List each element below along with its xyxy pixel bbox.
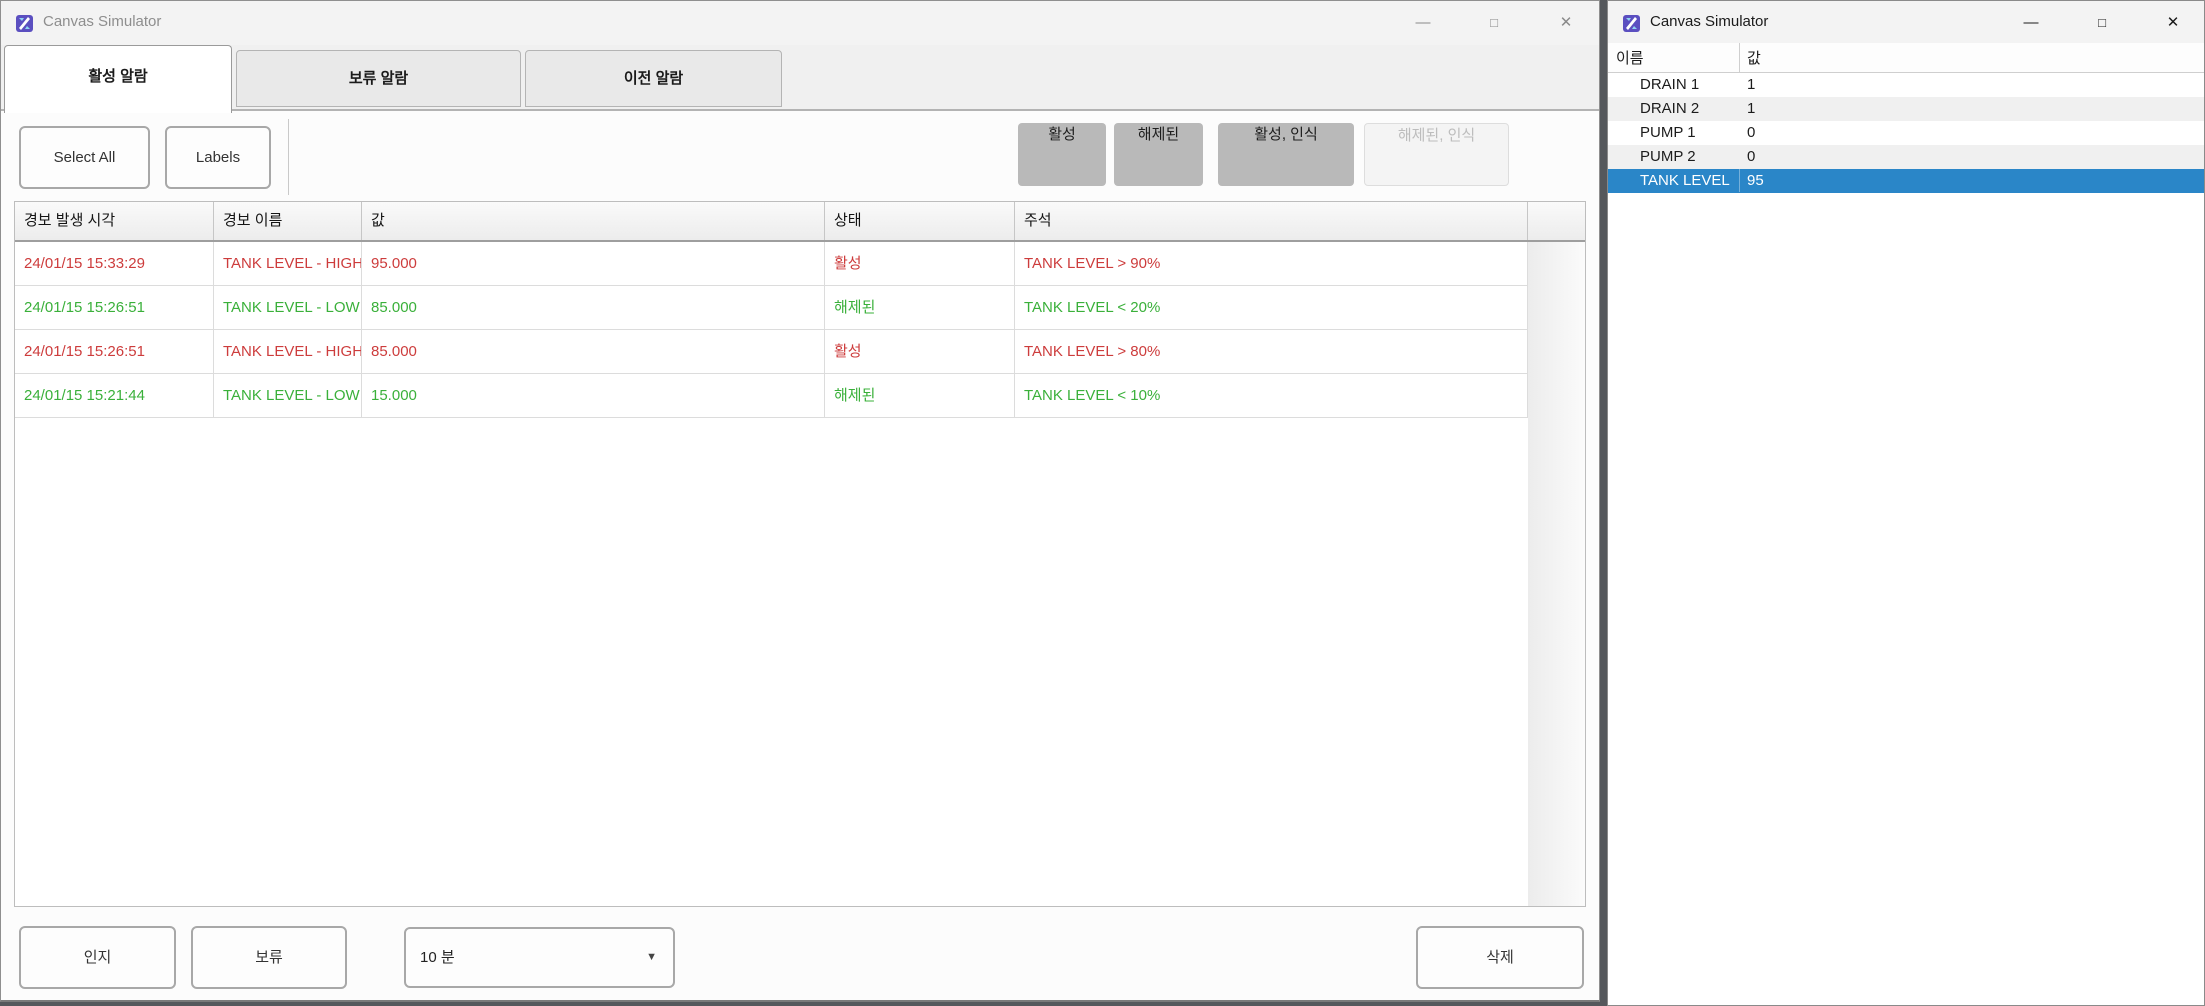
- filter-cleared-acked-button: 해제된, 인식: [1364, 123, 1509, 186]
- alarm-window: Canvas Simulator — □ ✕ 활성 알람 보류 알람 이전 알람…: [0, 0, 1600, 1002]
- duration-value: 10 분: [420, 949, 455, 966]
- filter-active-acked-button[interactable]: 활성, 인식: [1218, 123, 1354, 186]
- alarm-time: 24/01/15 15:26:51: [15, 286, 214, 329]
- alarm-state: 활성: [825, 242, 1015, 285]
- alarm-name: TANK LEVEL - LOW LOW: [214, 374, 362, 417]
- column-header-name[interactable]: 경보 이름: [214, 202, 362, 240]
- table-row[interactable]: 24/01/15 15:33:29 TANK LEVEL - HIGH HIGH…: [15, 242, 1529, 286]
- alarm-state: 활성: [825, 330, 1015, 373]
- alarm-time: 24/01/15 15:33:29: [15, 242, 214, 285]
- column-divider[interactable]: [1739, 43, 1740, 72]
- duration-dropdown[interactable]: 10 분 ▼: [404, 927, 675, 988]
- variable-name: PUMP 2: [1640, 145, 1696, 168]
- app-icon: [16, 15, 33, 32]
- column-header-filler: [1528, 202, 1585, 240]
- delete-button[interactable]: 삭제: [1416, 926, 1584, 989]
- chevron-down-icon: ▼: [646, 929, 657, 986]
- variable-name: DRAIN 1: [1640, 73, 1699, 96]
- variable-value: 0: [1747, 145, 1755, 168]
- alarm-value: 15.000: [362, 374, 825, 417]
- variable-row[interactable]: DRAIN 2 1: [1608, 97, 2204, 121]
- hold-button[interactable]: 보류: [191, 926, 347, 989]
- tab-previous-alarms[interactable]: 이전 알람: [525, 50, 782, 107]
- variable-list-header: 이름 값: [1608, 43, 2204, 73]
- tab-held-alarms[interactable]: 보류 알람: [236, 50, 521, 107]
- alarm-name: TANK LEVEL - HIGH HIGH: [214, 242, 362, 285]
- alarm-state: 해제된: [825, 286, 1015, 329]
- alarm-comment: TANK LEVEL > 80%: [1015, 330, 1528, 373]
- column-header-time[interactable]: 경보 발생 시각: [15, 202, 214, 240]
- titlebar[interactable]: Canvas Simulator — □ ✕: [1608, 1, 2204, 45]
- column-header-comment[interactable]: 주석: [1015, 202, 1528, 240]
- variable-row[interactable]: PUMP 2 0: [1608, 145, 2204, 169]
- alarm-value: 85.000: [362, 330, 825, 373]
- tab-active-alarms[interactable]: 활성 알람: [4, 45, 232, 113]
- alarm-name: TANK LEVEL - HIGH: [214, 330, 362, 373]
- variables-window: Canvas Simulator — □ ✕ 이름 값 DRAIN 1 1 DR…: [1607, 0, 2205, 1006]
- table-scrollbar-track[interactable]: [1528, 242, 1585, 906]
- table-row[interactable]: 24/01/15 15:21:44 TANK LEVEL - LOW LOW 1…: [15, 374, 1529, 418]
- minimize-button[interactable]: —: [2008, 5, 2054, 41]
- active-alarms-panel: Select All Labels 활성 해제된 활성, 인식 해제된, 인식 …: [1, 111, 1599, 1000]
- acknowledge-button[interactable]: 인지: [19, 926, 176, 989]
- variable-value: 95: [1739, 169, 1764, 192]
- filter-active-button[interactable]: 활성: [1018, 123, 1106, 186]
- minimize-button[interactable]: —: [1400, 5, 1446, 41]
- variable-row[interactable]: TANK LEVEL 95: [1608, 169, 2204, 193]
- variable-row[interactable]: DRAIN 1 1: [1608, 73, 2204, 97]
- alarm-comment: TANK LEVEL > 90%: [1015, 242, 1528, 285]
- alarm-table: 경보 발생 시각 경보 이름 값 상태 주석 24/01/15 15:33:29…: [14, 201, 1586, 907]
- alarm-value: 95.000: [362, 242, 825, 285]
- variable-name: TANK LEVEL: [1640, 169, 1730, 192]
- variable-list: DRAIN 1 1 DRAIN 2 1 PUMP 1 0 PUMP 2 0 TA…: [1608, 73, 2204, 193]
- table-row[interactable]: 24/01/15 15:26:51 TANK LEVEL - LOW 85.00…: [15, 286, 1529, 330]
- alarm-name: TANK LEVEL - LOW: [214, 286, 362, 329]
- maximize-button[interactable]: □: [2079, 5, 2125, 41]
- alarm-comment: TANK LEVEL < 20%: [1015, 286, 1528, 329]
- alarm-time: 24/01/15 15:21:44: [15, 374, 214, 417]
- variable-name: PUMP 1: [1640, 121, 1696, 144]
- toolbar-separator: [288, 119, 289, 195]
- window-title: Canvas Simulator: [43, 13, 161, 30]
- variable-value: 1: [1747, 97, 1755, 120]
- column-header-value[interactable]: 값: [1747, 47, 1761, 68]
- titlebar[interactable]: Canvas Simulator — □ ✕: [1, 1, 1599, 45]
- filter-cleared-button[interactable]: 해제된: [1114, 123, 1203, 186]
- alarm-state: 해제된: [825, 374, 1015, 417]
- tab-strip: 활성 알람 보류 알람 이전 알람: [1, 45, 1599, 111]
- alarm-value: 85.000: [362, 286, 825, 329]
- maximize-button[interactable]: □: [1471, 5, 1517, 41]
- alarm-time: 24/01/15 15:26:51: [15, 330, 214, 373]
- window-title: Canvas Simulator: [1650, 13, 1768, 30]
- column-header-value[interactable]: 값: [362, 202, 825, 240]
- variable-value: 0: [1747, 121, 1755, 144]
- close-button[interactable]: ✕: [2150, 5, 2196, 41]
- variable-name: DRAIN 2: [1640, 97, 1699, 120]
- app-icon: [1623, 15, 1640, 32]
- select-all-button[interactable]: Select All: [19, 126, 150, 189]
- column-header-name[interactable]: 이름: [1616, 47, 1644, 68]
- alarm-table-body: 24/01/15 15:33:29 TANK LEVEL - HIGH HIGH…: [15, 242, 1585, 418]
- labels-button[interactable]: Labels: [165, 126, 271, 189]
- variable-value: 1: [1747, 73, 1755, 96]
- variable-row[interactable]: PUMP 1 0: [1608, 121, 2204, 145]
- table-row[interactable]: 24/01/15 15:26:51 TANK LEVEL - HIGH 85.0…: [15, 330, 1529, 374]
- alarm-table-header: 경보 발생 시각 경보 이름 값 상태 주석: [15, 202, 1585, 242]
- column-header-state[interactable]: 상태: [825, 202, 1015, 240]
- close-button[interactable]: ✕: [1543, 5, 1589, 41]
- alarm-comment: TANK LEVEL < 10%: [1015, 374, 1528, 417]
